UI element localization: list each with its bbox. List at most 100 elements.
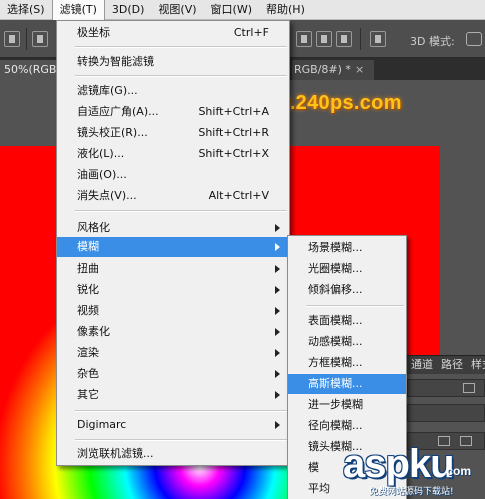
align-left-icon[interactable] (32, 31, 48, 47)
menu-item-label: 消失点(V)... (77, 189, 137, 202)
menu-item-adaptive-wide-angle[interactable]: 自适应广角(A)... Shift+Ctrl+A (57, 102, 289, 122)
submenu-arrow-icon (275, 286, 280, 294)
3d-mode-label: 3D 模式: (410, 35, 455, 48)
menu-item-iris-blur[interactable]: 光圈模糊... (288, 259, 406, 279)
submenu-arrow-icon (275, 243, 280, 251)
menu-item-gaussian-blur[interactable]: 高斯模糊... (288, 374, 406, 394)
image-icon[interactable] (463, 383, 475, 393)
menu-item-filter-gallery[interactable]: 滤镜库(G)... (57, 81, 289, 101)
menu-item-blur-more[interactable]: 进一步模糊 (288, 395, 406, 415)
menu-item-label: 方框模糊... (308, 356, 363, 369)
menu-item-digimarc[interactable]: Digimarc (57, 415, 289, 435)
menu-item-surface-blur[interactable]: 表面模糊... (288, 311, 406, 331)
menu-filter[interactable]: 滤镜(T) (51, 0, 105, 20)
menu-item-label: 镜头校正(R)... (77, 126, 148, 139)
distribute-right-icon[interactable] (336, 31, 352, 47)
menu-item-label: 模糊 (77, 240, 99, 253)
menu-item-label: 平均 (308, 482, 330, 495)
align-tool-icon[interactable] (4, 31, 20, 47)
menu-item-label: 径向模糊... (308, 419, 363, 432)
tab-channels[interactable]: 通道 (407, 358, 437, 371)
menu-select[interactable]: 选择(S) (0, 0, 52, 20)
menu-item-field-blur[interactable]: 场景模糊... (288, 238, 406, 258)
tab-styles[interactable]: 样式 (467, 358, 485, 371)
menu-item-label: 杂色 (77, 367, 99, 380)
menu-item-liquify[interactable]: 液化(L)... Shift+Ctrl+X (57, 144, 289, 164)
menu-item-label: 其它 (77, 388, 99, 401)
panel-row (407, 379, 485, 397)
tab-paths[interactable]: 路径 (437, 358, 467, 371)
menu-view[interactable]: 视图(V) (151, 0, 203, 20)
menu-item-label: 锐化 (77, 283, 99, 296)
menu-item-shortcut: Ctrl+F (233, 26, 269, 39)
menu-item-radial-blur[interactable]: 径向模糊... (288, 416, 406, 436)
submenu-arrow-icon (275, 391, 280, 399)
menu-item-label: Digimarc (77, 418, 127, 431)
menu-item-convert-smart-filter[interactable]: 转换为智能滤镜 (57, 52, 289, 72)
menu-item-motion-blur[interactable]: 动感模糊... (288, 332, 406, 352)
menu-3d[interactable]: 3D(D) (105, 0, 152, 20)
menu-window[interactable]: 窗口(W) (204, 0, 259, 20)
menu-help[interactable]: 帮助(H) (259, 0, 312, 20)
distribute-center-icon[interactable] (316, 31, 332, 47)
menu-item-label: 扭曲 (77, 262, 99, 275)
submenu-arrow-icon (275, 421, 280, 429)
menu-item-render[interactable]: 渲染 (57, 343, 289, 363)
menu-item-sharpen[interactable]: 锐化 (57, 280, 289, 300)
menu-item-label: 倾斜偏移... (308, 283, 363, 296)
menu-separator (75, 210, 287, 212)
menu-separator (75, 75, 287, 77)
menu-separator (75, 410, 287, 412)
brand-watermark-domain: .com (443, 464, 472, 478)
menu-separator (75, 46, 287, 48)
menu-item-lens-correction[interactable]: 镜头校正(R)... Shift+Ctrl+R (57, 123, 289, 143)
menu-item-label: 极坐标 (77, 26, 110, 39)
menu-item-label: 风格化 (77, 221, 110, 234)
menu-item-last-filter[interactable]: 极坐标 Ctrl+F (57, 23, 289, 43)
menu-item-noise[interactable]: 杂色 (57, 364, 289, 384)
menu-item-video[interactable]: 视频 (57, 301, 289, 321)
document-tab[interactable]: RGB/8#) * × (292, 60, 374, 80)
menu-item-label: 油画(O)... (77, 168, 127, 181)
menu-item-label: 像素化 (77, 325, 110, 338)
menu-item-label: 场景模糊... (308, 241, 363, 254)
brand-watermark-text: aspku (343, 442, 455, 486)
menu-item-label: 自适应广角(A)... (77, 105, 159, 118)
brand-watermark: aspku .com 免费网站源码下载站! (343, 442, 485, 499)
menu-bar: 选择(S) 滤镜(T) 3D(D) 视图(V) 窗口(W) 帮助(H) (0, 0, 485, 20)
menu-item-blur[interactable]: 模糊 (57, 237, 289, 257)
menu-item-distort[interactable]: 扭曲 (57, 259, 289, 279)
auto-align-icon[interactable] (370, 31, 386, 47)
menu-item-box-blur[interactable]: 方框模糊... (288, 353, 406, 373)
menu-item-tilt-shift[interactable]: 倾斜偏移... (288, 280, 406, 300)
brand-watermark-tagline: 免费网站源码下载站! (369, 487, 454, 497)
menu-item-other[interactable]: 其它 (57, 385, 289, 405)
menu-item-label: 光圈模糊... (308, 262, 363, 275)
menu-item-pixelate[interactable]: 像素化 (57, 322, 289, 342)
menu-item-shortcut: Alt+Ctrl+V (208, 189, 269, 202)
close-icon[interactable]: × (355, 63, 364, 76)
panel-row[interactable] (407, 404, 485, 422)
submenu-arrow-icon (275, 349, 280, 357)
menu-item-label: 模 (308, 461, 319, 474)
document-tab-active[interactable]: 50%(RGB (0, 60, 60, 80)
menu-item-label: 渲染 (77, 346, 99, 359)
menu-item-label: 浏览联机滤镜... (77, 447, 154, 460)
menu-item-shortcut: Shift+Ctrl+R (198, 126, 269, 139)
submenu-arrow-icon (275, 224, 280, 232)
submenu-arrow-icon (275, 265, 280, 273)
distribute-icon[interactable] (296, 31, 312, 47)
menu-item-stylize[interactable]: 风格化 (57, 218, 289, 238)
menu-item-shortcut: Shift+Ctrl+A (198, 105, 269, 118)
menu-item-browse-online[interactable]: 浏览联机滤镜... (57, 444, 289, 464)
filter-menu: 极坐标 Ctrl+F 转换为智能滤镜 滤镜库(G)... 自适应广角(A)... S… (56, 20, 290, 466)
3d-camera-icon[interactable] (466, 32, 482, 46)
menu-item-label: 视频 (77, 304, 99, 317)
menu-item-label: 进一步模糊 (308, 398, 363, 411)
menu-item-vanishing-point[interactable]: 消失点(V)... Alt+Ctrl+V (57, 186, 289, 206)
menu-item-oil-paint[interactable]: 油画(O)... (57, 165, 289, 185)
channels-paths-styles-tabs: 通道路径样式 (407, 355, 485, 374)
menu-item-shortcut: Shift+Ctrl+X (198, 147, 269, 160)
submenu-arrow-icon (275, 328, 280, 336)
toolbar-separator (26, 28, 27, 50)
